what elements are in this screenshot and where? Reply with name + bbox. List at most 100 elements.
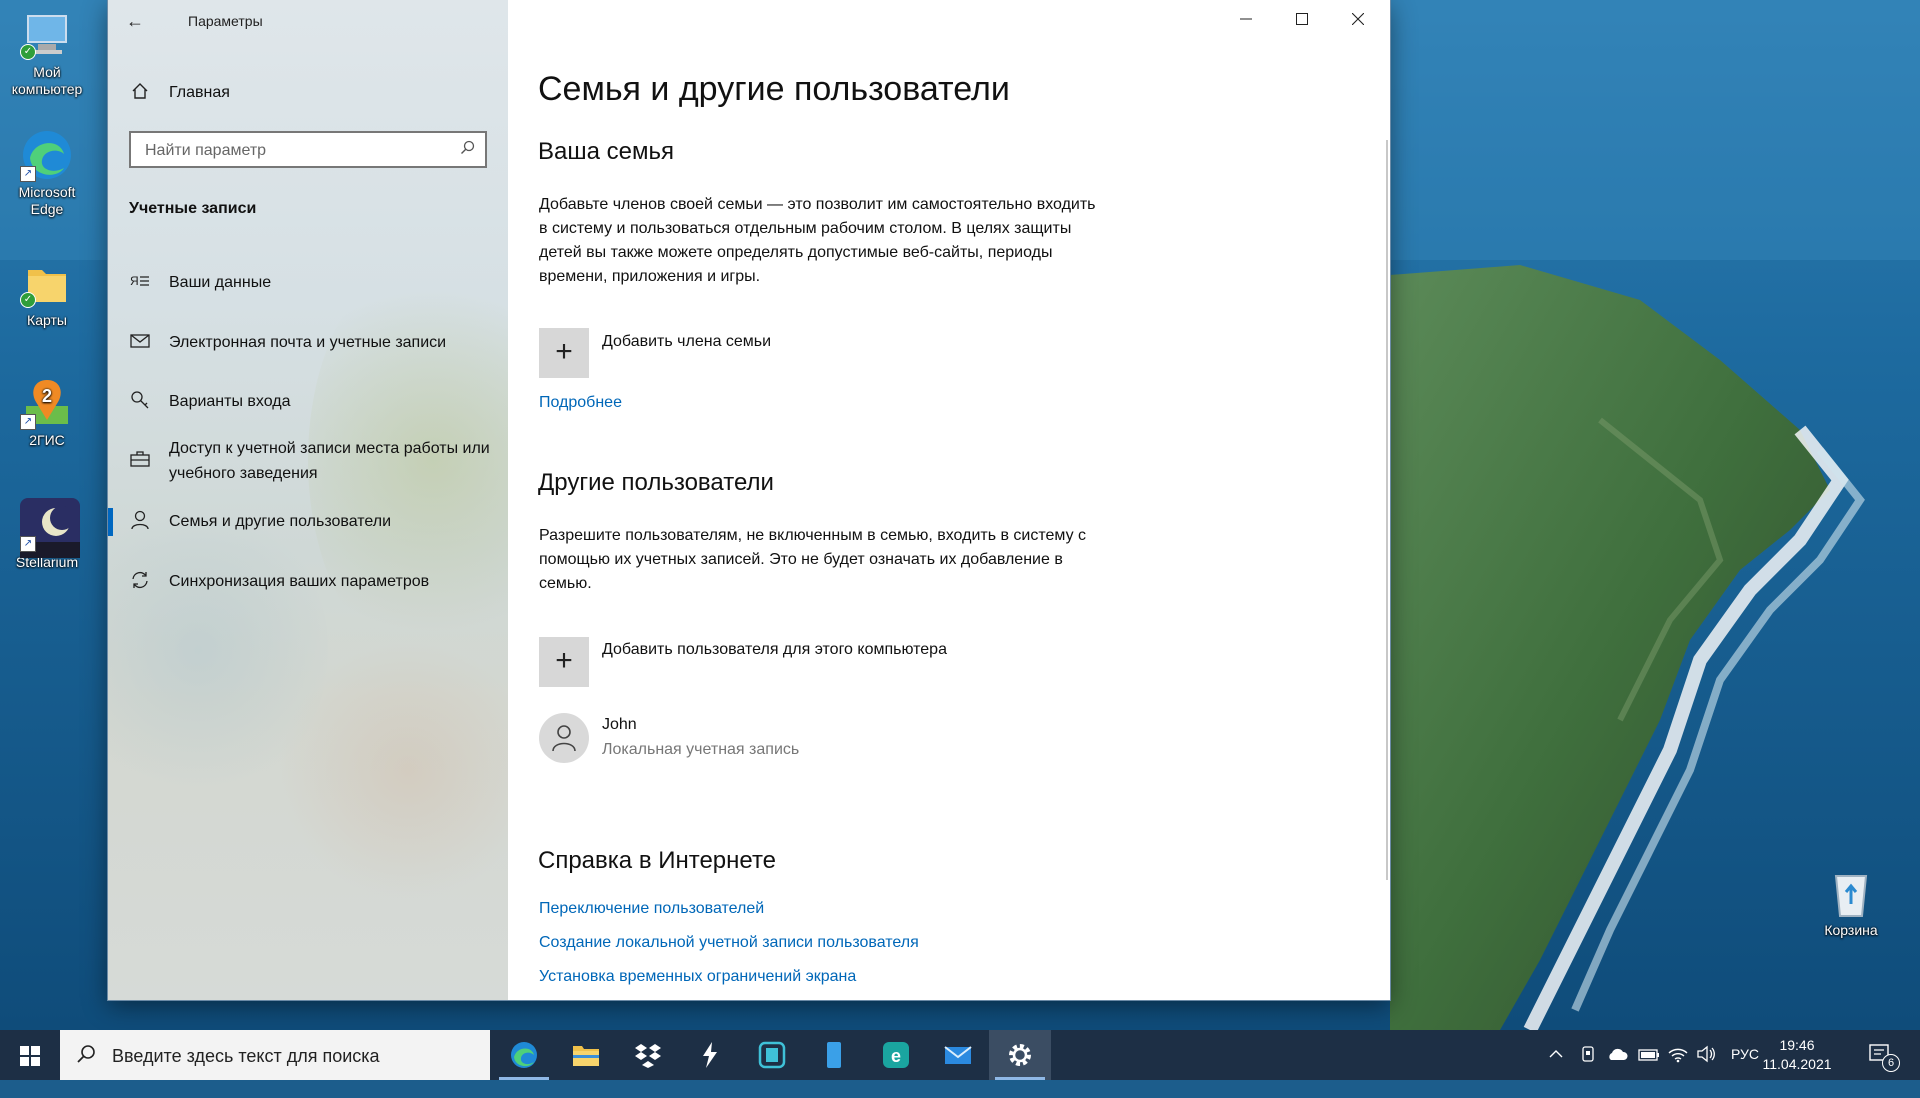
desktop-icon-stellarium[interactable]: ↗ Stellarium bbox=[2, 498, 92, 571]
active-indicator bbox=[108, 508, 113, 536]
help-heading: Справка в Интернете bbox=[538, 847, 777, 874]
desktop-icon-label: Корзина bbox=[1824, 922, 1878, 938]
clock[interactable]: 19:46 11.04.2021 bbox=[1752, 1036, 1842, 1074]
plus-icon: + bbox=[555, 644, 573, 677]
taskbar-app-mail[interactable] bbox=[927, 1030, 989, 1080]
folder-icon bbox=[571, 1040, 601, 1070]
dropbox-icon bbox=[633, 1040, 663, 1070]
mail-icon bbox=[943, 1040, 973, 1070]
sidebar-section-title: Учетные записи bbox=[129, 200, 257, 217]
taskbar-app-dropbox[interactable] bbox=[617, 1030, 679, 1080]
user-account-type: Локальная учетная запись bbox=[602, 741, 800, 758]
taskbar-app-lightning[interactable] bbox=[679, 1030, 741, 1080]
settings-window: ← Параметры Главная Учетные записи Я Ваш… bbox=[108, 0, 1390, 1000]
add-other-user-label[interactable]: Добавить пользователя для этого компьюте… bbox=[602, 641, 947, 659]
calculator-icon bbox=[757, 1040, 787, 1070]
edge-icon: ↗ bbox=[20, 128, 74, 182]
sidebar-item-label: Электронная почта и учетные записи bbox=[169, 334, 447, 351]
2gis-icon: 2 ↗ bbox=[20, 376, 74, 430]
recycle-bin-icon bbox=[1824, 866, 1878, 920]
help-link-switch-users[interactable]: Переключение пользователей bbox=[539, 900, 764, 918]
settings-search-box[interactable] bbox=[129, 131, 487, 168]
taskbar: e РУС 19:46 11.04.2021 6 bbox=[0, 1030, 1920, 1082]
search-icon bbox=[76, 1044, 96, 1070]
start-button[interactable] bbox=[0, 1030, 60, 1080]
sidebar-item-label: Доступ к учетной записи места работы или… bbox=[169, 440, 490, 482]
clock-time: 19:46 bbox=[1779, 1037, 1815, 1053]
desktop-icon-label: Карты bbox=[27, 312, 67, 328]
lightning-icon bbox=[695, 1040, 725, 1070]
family-description: Добавьте членов своей семьи — это позвол… bbox=[539, 196, 1096, 285]
taskbar-app-file-explorer[interactable] bbox=[555, 1030, 617, 1080]
edge-icon bbox=[509, 1040, 539, 1070]
search-icon[interactable] bbox=[460, 140, 475, 159]
desktop-icon-my-computer[interactable]: ✓ Мой компьютер bbox=[2, 8, 92, 98]
add-other-user-button[interactable]: + bbox=[539, 637, 589, 687]
add-family-member-label[interactable]: Добавить члена семьи bbox=[602, 333, 771, 351]
other-users-heading: Другие пользователи bbox=[538, 469, 774, 496]
search-input[interactable] bbox=[143, 133, 447, 168]
stellarium-icon: ↗ bbox=[20, 498, 80, 558]
taskbar-app-edge[interactable] bbox=[493, 1030, 555, 1080]
svg-text:e: e bbox=[891, 1046, 901, 1066]
desktop-icon-maps[interactable]: ✓ Карты bbox=[2, 256, 92, 329]
taskbar-app-phone[interactable] bbox=[803, 1030, 865, 1080]
desktop-icon-2gis[interactable]: 2 ↗ 2ГИС bbox=[2, 376, 92, 449]
sidebar-item-label: Варианты входа bbox=[169, 393, 291, 410]
volume-icon[interactable] bbox=[1696, 1045, 1716, 1095]
sidebar-item-sync-settings[interactable]: Синхронизация ваших параметров bbox=[108, 565, 508, 599]
desktop-icon-edge[interactable]: ↗ Microsoft Edge bbox=[2, 128, 92, 218]
taskbar-app-calculator[interactable] bbox=[741, 1030, 803, 1080]
window-title: Параметры bbox=[188, 13, 263, 29]
phone-icon bbox=[819, 1040, 849, 1070]
sidebar-item-label: Семья и другие пользователи bbox=[169, 513, 392, 530]
folder-icon: ✓ bbox=[20, 256, 74, 310]
clock-date: 11.04.2021 bbox=[1762, 1056, 1832, 1072]
page-title: Семья и другие пользователи bbox=[538, 70, 1010, 108]
action-center-button[interactable]: 6 bbox=[1868, 1042, 1900, 1072]
user-name[interactable]: John bbox=[602, 716, 637, 734]
computer-icon: ✓ bbox=[20, 8, 74, 62]
back-arrow-icon: ← bbox=[126, 11, 144, 31]
key-icon bbox=[128, 390, 152, 415]
briefcase-icon bbox=[128, 451, 152, 472]
person-icon bbox=[128, 510, 152, 535]
sidebar-item-email-accounts[interactable]: Электронная почта и учетные записи bbox=[108, 326, 508, 360]
desktop-icon-label: 2ГИС bbox=[29, 432, 65, 448]
taskbar-search-input[interactable] bbox=[110, 1030, 474, 1082]
tray-device-icon[interactable] bbox=[1580, 1045, 1598, 1095]
taskbar-app-ie[interactable]: e bbox=[865, 1030, 927, 1080]
tray-chevron-icon[interactable] bbox=[1548, 1046, 1564, 1096]
content-scrollbar[interactable] bbox=[1386, 140, 1388, 880]
plus-icon: + bbox=[555, 335, 573, 368]
taskbar-search[interactable] bbox=[60, 1030, 490, 1082]
sidebar-item-label: Ваши данные bbox=[169, 274, 272, 291]
sidebar-item-work-access[interactable]: Доступ к учетной записи места работы или… bbox=[108, 436, 508, 490]
user-avatar[interactable] bbox=[539, 713, 589, 763]
family-heading: Ваша семья bbox=[538, 138, 674, 165]
add-family-member-button[interactable]: + bbox=[539, 328, 589, 378]
ie-icon: e bbox=[881, 1040, 911, 1070]
sidebar-item-home[interactable]: Главная bbox=[128, 78, 230, 108]
desktop-icon-recycle-bin[interactable]: Корзина bbox=[1806, 866, 1896, 939]
mail-icon bbox=[128, 333, 152, 353]
settings-sidebar: ← Параметры Главная Учетные записи Я Ваш… bbox=[108, 0, 508, 1000]
learn-more-link[interactable]: Подробнее bbox=[539, 394, 622, 412]
onedrive-icon[interactable] bbox=[1606, 1047, 1628, 1097]
wifi-icon[interactable] bbox=[1668, 1045, 1688, 1095]
sidebar-item-your-info[interactable]: Я Ваши данные bbox=[108, 266, 508, 300]
desktop-icon-label: Microsoft Edge bbox=[18, 184, 76, 217]
sidebar-item-sign-in-options[interactable]: Варианты входа bbox=[108, 385, 508, 419]
taskbar-app-settings[interactable] bbox=[989, 1030, 1051, 1080]
help-link-create-local-account[interactable]: Создание локальной учетной записи пользо… bbox=[539, 934, 919, 952]
person-card-icon: Я bbox=[128, 273, 152, 294]
sidebar-item-family-other-users[interactable]: Семья и другие пользователи bbox=[108, 505, 508, 539]
back-button[interactable]: ← bbox=[120, 6, 150, 36]
notification-count-badge: 6 bbox=[1882, 1054, 1900, 1072]
home-icon bbox=[128, 82, 152, 105]
help-link-screen-time-limits[interactable]: Установка временных ограничений экрана bbox=[539, 968, 856, 986]
sync-icon bbox=[128, 570, 152, 595]
battery-icon[interactable] bbox=[1638, 1048, 1660, 1098]
desktop-icon-label: Мой компьютер bbox=[11, 64, 83, 97]
sidebar-item-label: Синхронизация ваших параметров bbox=[169, 573, 430, 590]
